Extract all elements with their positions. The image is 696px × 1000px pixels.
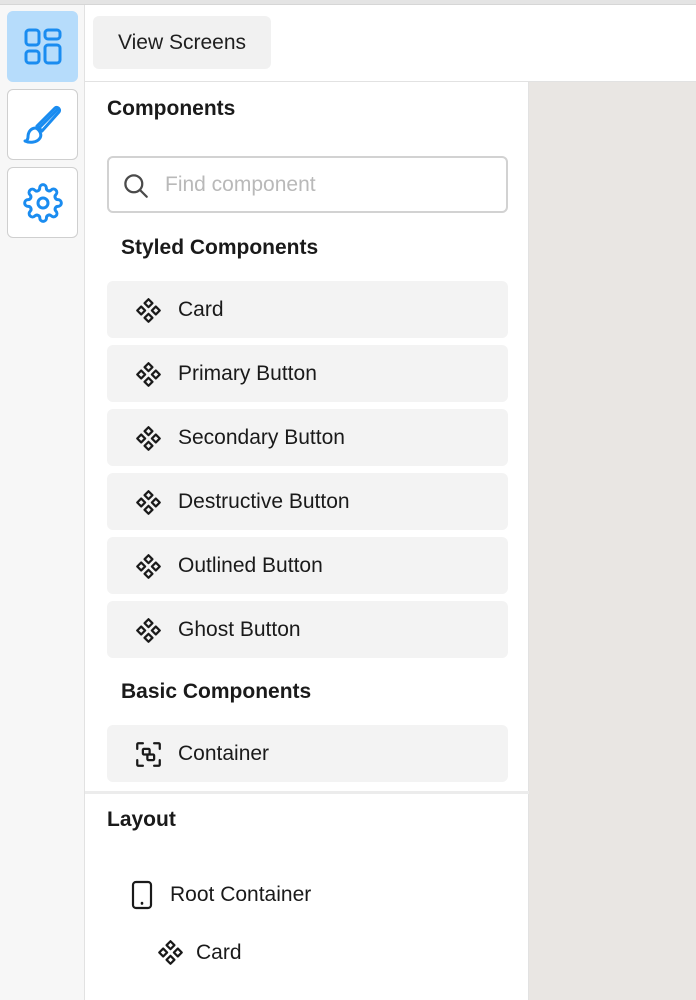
styled-components-heading: Styled Components — [121, 236, 319, 259]
rail-screens-button[interactable] — [7, 11, 78, 82]
top-toolbar: View Screens — [85, 5, 696, 82]
component-item-card[interactable]: Card — [107, 281, 508, 338]
device-icon — [131, 880, 153, 910]
rail-styles-button[interactable] — [7, 89, 78, 160]
components-title: Components — [107, 97, 236, 120]
component-item-label: Primary Button — [178, 361, 317, 385]
component-icon — [136, 618, 161, 643]
component-search[interactable] — [107, 156, 508, 213]
left-rail — [0, 5, 85, 1000]
component-icon — [136, 490, 161, 515]
component-item-label: Secondary Button — [178, 425, 345, 449]
layout-tree-row-card[interactable]: Card — [157, 939, 242, 966]
grid-icon — [24, 28, 61, 64]
component-item-destructive-button[interactable]: Destructive Button — [107, 473, 508, 530]
component-icon — [158, 940, 183, 965]
container-icon — [136, 742, 161, 767]
component-item-ghost-button[interactable]: Ghost Button — [107, 601, 508, 658]
layout-title: Layout — [107, 808, 176, 831]
basic-components-heading: Basic Components — [121, 680, 312, 703]
component-item-label: Card — [178, 297, 224, 321]
view-screens-button[interactable]: View Screens — [93, 16, 271, 69]
rail-settings-button[interactable] — [7, 167, 78, 238]
panel-divider[interactable] — [85, 791, 529, 794]
component-icon — [136, 298, 161, 323]
component-icon — [136, 554, 161, 579]
layout-tree-label: Card — [196, 940, 242, 964]
component-icon — [136, 362, 161, 387]
component-item-label: Ghost Button — [178, 617, 301, 641]
component-item-label: Outlined Button — [178, 553, 323, 577]
component-item-label: Container — [178, 741, 270, 765]
component-item-outlined-button[interactable]: Outlined Button — [107, 537, 508, 594]
component-item-primary-button[interactable]: Primary Button — [107, 345, 508, 402]
layout-tree-label: Root Container — [170, 883, 312, 906]
canvas-area[interactable] — [529, 82, 696, 1000]
component-item-secondary-button[interactable]: Secondary Button — [107, 409, 508, 466]
search-icon — [124, 174, 148, 198]
component-item-label: Destructive Button — [178, 489, 350, 513]
gear-icon — [22, 182, 63, 223]
layout-tree-row-root-container[interactable]: Root Container — [131, 880, 311, 910]
component-icon — [136, 426, 161, 451]
components-panel: Components Styled Components Card Primar… — [85, 82, 529, 1000]
brush-icon — [23, 105, 61, 144]
component-item-container[interactable]: Container — [107, 725, 508, 782]
search-input[interactable] — [165, 166, 495, 203]
